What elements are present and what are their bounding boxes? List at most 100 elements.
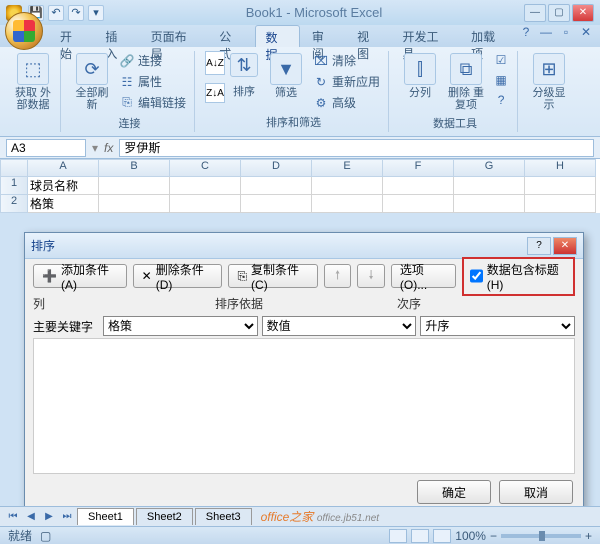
col-header[interactable]: C [170, 159, 241, 177]
office-button[interactable] [5, 12, 43, 50]
get-external-data-button[interactable]: ⬚获取 外部数据 [12, 51, 54, 113]
redo-icon[interactable]: ↷ [68, 5, 84, 21]
col-header[interactable]: B [99, 159, 170, 177]
maximize-button[interactable]: ▢ [548, 4, 570, 22]
col-header[interactable]: D [241, 159, 312, 177]
clear-filter-button[interactable]: ⌧清除 [311, 51, 382, 70]
sort-levels-body [33, 338, 575, 474]
row-header[interactable]: 1 [0, 177, 28, 195]
sort-icon: ⇅ [230, 53, 258, 77]
qat-dropdown-icon[interactable]: ▾ [88, 5, 104, 21]
has-header-checkbox[interactable] [470, 269, 483, 283]
quick-access-toolbar: 💾 ↶ ↷ ▾ [28, 5, 104, 21]
consolidate-button[interactable]: ▦ [491, 71, 511, 89]
zoom-in-button[interactable]: + [585, 529, 592, 543]
zoom-out-button[interactable]: − [490, 529, 497, 543]
data-validation-button[interactable]: ☑ [491, 51, 511, 69]
sort-az-icon[interactable]: A↓Z [205, 51, 225, 75]
last-sheet-button[interactable]: ⏭ [58, 509, 76, 525]
next-sheet-button[interactable]: ▶ [40, 509, 58, 525]
filter-button[interactable]: ▼筛选 [265, 51, 307, 101]
refresh-all-button[interactable]: ⟳全部刷新 [71, 51, 113, 113]
sheet-tab[interactable]: Sheet1 [77, 508, 134, 525]
help-icon[interactable]: ? [518, 25, 534, 39]
select-all-corner[interactable] [0, 159, 28, 177]
tab-developer[interactable]: 开发工具 [392, 25, 459, 47]
name-box[interactable]: A3 [6, 139, 86, 157]
advanced-filter-button[interactable]: ⚙高级 [311, 93, 382, 112]
sort-on-select[interactable]: 数值 [262, 316, 417, 336]
dialog-help-button[interactable]: ? [527, 237, 551, 255]
ok-button[interactable]: 确定 [417, 480, 491, 504]
col-header[interactable]: H [525, 159, 596, 177]
remove-duplicates-button[interactable]: ⧉删除 重复项 [445, 51, 487, 113]
delete-level-button[interactable]: ✕删除条件(D) [133, 264, 223, 288]
reapply-button[interactable]: ↻重新应用 [311, 72, 382, 91]
cancel-button[interactable]: 取消 [499, 480, 573, 504]
status-bar: 就绪 ▢ 100% − + [0, 526, 600, 544]
doc-restore-icon[interactable]: ▫ [558, 25, 574, 39]
tab-insert[interactable]: 插入 [95, 25, 138, 47]
page-break-view-button[interactable] [433, 529, 451, 543]
dialog-titlebar[interactable]: 排序 ? ✕ [25, 233, 583, 259]
sort-button[interactable]: ⇅ [227, 51, 261, 79]
sort-order-select[interactable]: 升序 [420, 316, 575, 336]
connections-button[interactable]: 🔗连接 [117, 51, 188, 70]
properties-button[interactable]: ☷属性 [117, 72, 188, 91]
outline-button[interactable]: ⊞分级显示 [528, 51, 570, 113]
close-button[interactable]: ✕ [572, 4, 594, 22]
filter-icon: ▼ [270, 53, 302, 85]
text-to-columns-button[interactable]: ⫿分列 [399, 51, 441, 101]
worksheet-grid[interactable]: A B C D E F G H 1球员名称 2格策 [0, 159, 600, 213]
edit-links-button[interactable]: ⎘编辑链接 [117, 93, 188, 112]
office-icon [13, 20, 35, 42]
row-header[interactable]: 2 [0, 195, 28, 213]
page-layout-view-button[interactable] [411, 529, 429, 543]
move-up-button[interactable]: 🠕 [324, 264, 352, 288]
tab-addins[interactable]: 加载项 [461, 25, 516, 47]
properties-icon: ☷ [119, 74, 135, 90]
primary-key-label: 主要关键字 [33, 318, 99, 335]
namebox-dropdown-icon[interactable]: ▾ [92, 141, 98, 155]
zoom-level[interactable]: 100% [455, 529, 486, 543]
undo-icon[interactable]: ↶ [48, 5, 64, 21]
reapply-icon: ↻ [313, 74, 329, 90]
col-header[interactable]: E [312, 159, 383, 177]
col-header[interactable]: F [383, 159, 454, 177]
tab-pagelayout[interactable]: 页面布局 [141, 25, 208, 47]
options-button[interactable]: 选项(O)... [391, 264, 456, 288]
copy-level-button[interactable]: ⎘复制条件(C) [228, 264, 317, 288]
cell[interactable]: 格策 [28, 195, 99, 213]
minimize-button[interactable]: — [524, 4, 546, 22]
doc-minimize-icon[interactable]: — [538, 25, 554, 39]
tab-formulas[interactable]: 公式 [209, 25, 252, 47]
fx-icon[interactable]: fx [104, 141, 113, 155]
columns-icon: ⫿ [404, 53, 436, 85]
sort-column-select[interactable]: 格策 [103, 316, 258, 336]
normal-view-button[interactable] [389, 529, 407, 543]
col-header[interactable]: A [28, 159, 99, 177]
sheet-tab[interactable]: Sheet3 [195, 508, 252, 525]
macro-icon[interactable]: ▢ [40, 529, 51, 543]
prev-sheet-button[interactable]: ◀ [22, 509, 40, 525]
whatif-button[interactable]: ? [491, 91, 511, 109]
sort-za-icon[interactable]: Z↓A [205, 83, 225, 103]
cell[interactable]: 球员名称 [28, 177, 99, 195]
sort-order-header: 次序 [397, 293, 575, 314]
sheet-tab[interactable]: Sheet2 [136, 508, 193, 525]
whatif-icon: ? [493, 92, 509, 108]
tab-home[interactable]: 开始 [50, 25, 93, 47]
formula-input[interactable]: 罗伊斯 [119, 139, 594, 157]
edit-link-icon: ⎘ [119, 95, 135, 111]
tab-view[interactable]: 视图 [347, 25, 390, 47]
doc-close-icon[interactable]: ✕ [578, 25, 594, 39]
tab-review[interactable]: 审阅 [302, 25, 345, 47]
tab-data[interactable]: 数据 [255, 25, 300, 47]
dialog-close-button[interactable]: ✕ [553, 237, 577, 255]
first-sheet-button[interactable]: ⏮ [4, 509, 22, 525]
dedupe-icon: ⧉ [450, 53, 482, 85]
add-level-button[interactable]: ➕添加条件(A) [33, 264, 127, 288]
zoom-slider[interactable] [501, 534, 581, 538]
col-header[interactable]: G [454, 159, 525, 177]
move-down-button[interactable]: 🠗 [357, 264, 385, 288]
